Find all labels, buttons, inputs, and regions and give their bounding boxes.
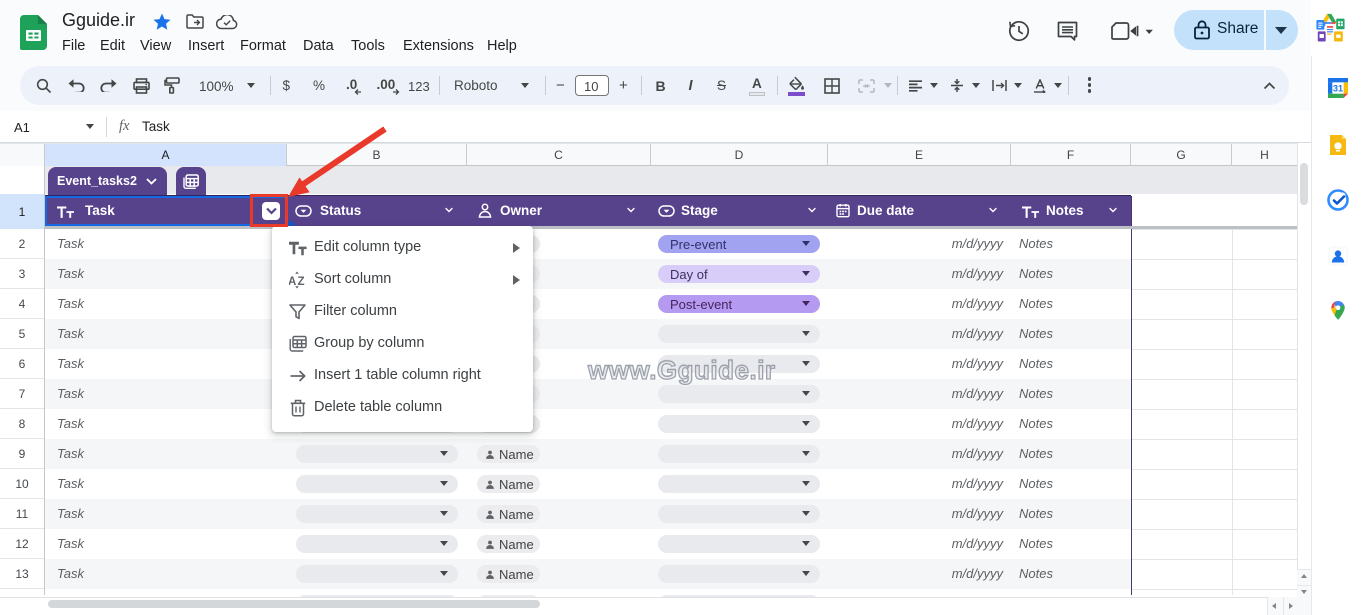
svg-text:31: 31	[1333, 84, 1343, 94]
